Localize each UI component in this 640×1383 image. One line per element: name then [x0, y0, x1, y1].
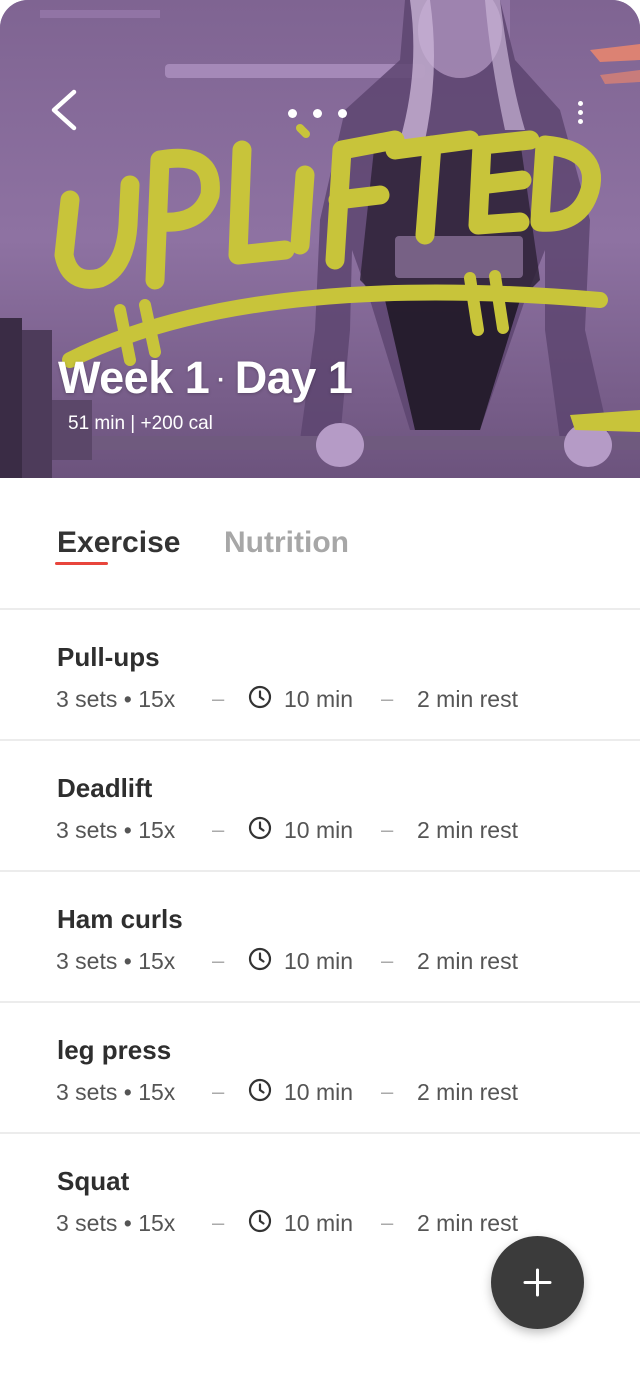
more-options-button[interactable]: [570, 98, 592, 128]
exercise-name: Squat: [57, 1166, 130, 1196]
more-vertical-icon-dot: [578, 119, 583, 124]
clock-icon: [248, 1078, 272, 1102]
exercise-rest: 2 min rest: [417, 817, 518, 843]
exercise-sets: 3 sets • 15x: [56, 817, 176, 843]
active-tab-indicator: [55, 562, 108, 565]
separator: –: [212, 1079, 225, 1104]
exercise-duration: 10 min: [284, 817, 354, 843]
more-vertical-icon-dot: [578, 110, 583, 115]
exercise-sets: 3 sets • 15x: [56, 1210, 176, 1236]
exercise-rest: 2 min rest: [417, 1079, 518, 1105]
more-vertical-icon: [578, 101, 583, 106]
separator: –: [212, 948, 225, 973]
exercise-name: Deadlift: [57, 773, 153, 803]
exercise-rest: 2 min rest: [417, 948, 518, 974]
separator: –: [381, 686, 394, 711]
hero-banner: Week 1 · Day 1 51 min | +200 cal: [0, 0, 640, 478]
exercise-sets: 3 sets • 15x: [56, 948, 176, 974]
week-label: Week 1: [58, 352, 210, 403]
clock-icon: [248, 816, 272, 840]
tab-exercise[interactable]: Exercise: [57, 526, 180, 560]
list-item[interactable]: Pull-ups 3 sets • 15x – 10 min – 2 min r…: [0, 610, 640, 741]
exercise-rest: 2 min rest: [417, 1210, 518, 1236]
exercise-list: Pull-ups 3 sets • 15x – 10 min – 2 min r…: [0, 610, 640, 1263]
exercise-name: Pull-ups: [57, 642, 160, 672]
list-item[interactable]: Ham curls 3 sets • 15x – 10 min – 2 min …: [0, 872, 640, 1003]
plus-icon: [523, 1268, 552, 1297]
exercise-duration: 10 min: [284, 948, 354, 974]
separator: –: [381, 817, 394, 842]
exercise-name: Ham curls: [57, 904, 183, 934]
separator: –: [212, 686, 225, 711]
separator: –: [212, 1210, 225, 1235]
exercise-name: leg press: [57, 1035, 172, 1065]
separator: –: [381, 1079, 394, 1104]
add-exercise-button[interactable]: [491, 1236, 584, 1329]
uplifted-brand-logo: [54, 124, 608, 368]
separator: –: [212, 817, 225, 842]
clock-icon: [248, 685, 272, 709]
exercise-rest: 2 min rest: [417, 686, 518, 712]
workout-title: Week 1 · Day 1: [58, 352, 353, 404]
title-separator: ·: [217, 367, 225, 395]
chevron-left-icon: [51, 89, 77, 131]
exercise-duration: 10 min: [284, 1210, 354, 1236]
clock-icon: [248, 947, 272, 971]
exercise-sets: 3 sets • 15x: [56, 1079, 176, 1105]
separator: –: [381, 1210, 394, 1235]
exercise-sets: 3 sets • 15x: [56, 686, 176, 712]
pager-dot: [338, 109, 347, 118]
exercise-duration: 10 min: [284, 686, 354, 712]
tab-bar: Exercise Nutrition: [0, 478, 640, 610]
tab-nutrition[interactable]: Nutrition: [224, 526, 349, 560]
list-item[interactable]: Deadlift 3 sets • 15x – 10 min – 2 min r…: [0, 741, 640, 872]
back-button[interactable]: [44, 86, 88, 134]
clock-icon: [248, 1209, 272, 1233]
workout-day-screen: Week 1 · Day 1 51 min | +200 cal Exercise …: [0, 0, 640, 1383]
image-pager-dots: [288, 109, 347, 118]
pager-dot: [288, 109, 297, 118]
day-label: Day 1: [234, 352, 353, 403]
exercise-duration: 10 min: [284, 1079, 354, 1105]
separator: –: [381, 948, 394, 973]
list-item[interactable]: leg press 3 sets • 15x – 10 min – 2 min …: [0, 1003, 640, 1134]
workout-meta: 51 min | +200 cal: [68, 413, 213, 434]
pager-dot: [313, 109, 322, 118]
